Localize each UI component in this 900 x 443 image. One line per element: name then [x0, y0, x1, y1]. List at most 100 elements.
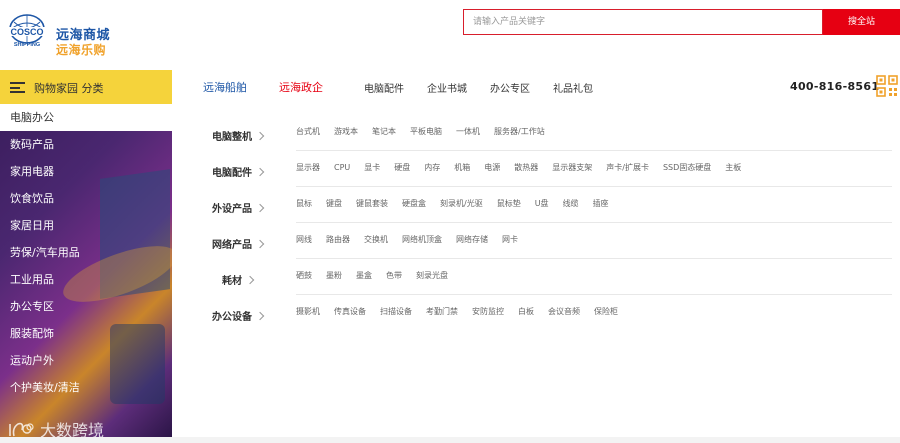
subcategory-link[interactable]: 声卡/扩展卡 [606, 163, 649, 186]
subcategory-link[interactable]: 键鼠套装 [356, 199, 388, 222]
subcategory-link[interactable]: 服务器/工作站 [494, 127, 545, 150]
subcategory-link[interactable]: 游戏本 [334, 127, 358, 150]
subcategory-link[interactable]: 显卡 [364, 163, 380, 186]
nav-link-enterprise-books[interactable]: 企业书城 [427, 80, 467, 95]
category-row: 电脑整机 台式机 游戏本 笔记本 平板电脑 一体机 服务器/工作站 [172, 116, 892, 152]
subcategory-link[interactable]: 鼠标垫 [497, 199, 521, 222]
category-title[interactable]: 外设产品 [212, 200, 265, 215]
subcategory-link[interactable]: 保险柜 [594, 307, 618, 331]
watermark: 大数跨境 [8, 417, 104, 437]
sidebar-item-industrial[interactable]: 工业用品 [0, 266, 172, 293]
subcategory-link[interactable]: 网线 [296, 235, 312, 258]
chevron-right-icon [255, 203, 265, 213]
subcategory-link[interactable]: 路由器 [326, 235, 350, 258]
subcategory-link[interactable]: SSD固态硬盘 [663, 163, 711, 186]
subcategory-link[interactable]: 色带 [386, 271, 402, 294]
category-title[interactable]: 网络产品 [212, 236, 265, 251]
subcategory-link[interactable]: 网卡 [502, 235, 518, 258]
svg-text:SHIPPING: SHIPPING [14, 42, 40, 48]
nav-link-gift-packs[interactable]: 礼品礼包 [553, 80, 593, 95]
menu-icon [10, 82, 25, 93]
sidebar-item-labor-auto[interactable]: 劳保/汽车用品 [0, 239, 172, 266]
subcategory-link[interactable]: 硬盘 [394, 163, 410, 186]
subcategory-link[interactable]: 刻录机/光驱 [440, 199, 483, 222]
chevron-right-icon [255, 239, 265, 249]
category-title[interactable]: 耗材 [222, 272, 255, 287]
nav-link-cosco-ships[interactable]: 远海船舶 [203, 79, 247, 95]
sidebar-item-office-zone[interactable]: 办公专区 [0, 293, 172, 320]
subcategory-links: 鼠标 键盘 键鼠套装 硬盘盒 刻录机/光驱 鼠标垫 U盘 线缆 插座 [296, 199, 892, 223]
search-input[interactable] [463, 9, 823, 35]
subcategory-link[interactable]: CPU [334, 163, 350, 186]
page-bottom-strip [0, 437, 900, 443]
subcategory-link[interactable]: 显示器支架 [552, 163, 592, 186]
subcategory-link[interactable]: 主板 [725, 163, 741, 186]
subcategory-link[interactable]: 会议音频 [548, 307, 580, 331]
subcategory-links: 摄影机 传真设备 扫描设备 考勤门禁 安防监控 白板 会议音频 保险柜 [296, 307, 892, 331]
subcategory-link[interactable]: 刻录光盘 [416, 271, 448, 294]
sidebar-item-appliances[interactable]: 家用电器 [0, 158, 172, 185]
category-row: 耗材 硒鼓 墨粉 墨盒 色带 刻录光盘 [172, 260, 892, 296]
category-toggle-label: 购物家园 分类 [34, 82, 104, 95]
site-header: COSCO SHIPPING 远海商城 远海乐购 搜全站 [0, 0, 900, 70]
subcategory-link[interactable]: 内存 [424, 163, 440, 186]
subcategory-link[interactable]: 考勤门禁 [426, 307, 458, 331]
subcategory-link[interactable]: 键盘 [326, 199, 342, 222]
subcategory-link[interactable]: 扫描设备 [380, 307, 412, 331]
sidebar-item-beauty-cleaning[interactable]: 个护美妆/清洁 [0, 374, 172, 401]
subcategory-link[interactable]: 网络机顶盒 [402, 235, 442, 258]
watermark-logo-icon [9, 422, 34, 437]
subcategory-link[interactable]: 白板 [518, 307, 534, 331]
subcategory-link[interactable]: 一体机 [456, 127, 480, 150]
brand-logo[interactable]: COSCO SHIPPING 远海商城 远海乐购 [2, 10, 122, 57]
sidebar-item-home-daily[interactable]: 家居日用 [0, 212, 172, 239]
subcategory-links: 硒鼓 墨粉 墨盒 色带 刻录光盘 [296, 271, 892, 295]
subcategory-link[interactable]: 墨粉 [326, 271, 342, 294]
subcategory-links: 台式机 游戏本 笔记本 平板电脑 一体机 服务器/工作站 [296, 127, 892, 151]
subcategory-link[interactable]: 墨盒 [356, 271, 372, 294]
category-toggle[interactable]: 购物家园 分类 [0, 70, 172, 104]
search-bar: 搜全站 [463, 9, 900, 35]
category-row: 电脑配件 显示器 CPU 显卡 硬盘 内存 机箱 电源 散热器 显示器支架 声卡… [172, 152, 892, 188]
main-nav: 购物家园 分类 远海船舶 远海政企 电脑配件 企业书城 办公专区 礼品礼包 40… [0, 70, 900, 104]
subcategory-link[interactable]: 机箱 [454, 163, 470, 186]
sidebar-item-food-drinks[interactable]: 饮食饮品 [0, 185, 172, 212]
subcategory-link[interactable]: 网络存储 [456, 235, 488, 258]
subcategory-link[interactable]: 传真设备 [334, 307, 366, 331]
chevron-right-icon [255, 311, 265, 321]
subcategory-link[interactable]: 笔记本 [372, 127, 396, 150]
subcategory-link[interactable]: 安防监控 [472, 307, 504, 331]
category-panel: 电脑整机 台式机 游戏本 笔记本 平板电脑 一体机 服务器/工作站 电脑配件 显… [172, 104, 900, 437]
nav-link-office-zone[interactable]: 办公专区 [490, 80, 530, 95]
watermark-text: 大数跨境 [40, 421, 105, 437]
sidebar-item-sports-outdoor[interactable]: 运动户外 [0, 347, 172, 374]
subcategory-links: 显示器 CPU 显卡 硬盘 内存 机箱 电源 散热器 显示器支架 声卡/扩展卡 … [296, 163, 892, 187]
subcategory-link[interactable]: 散热器 [514, 163, 538, 186]
category-title[interactable]: 电脑整机 [212, 128, 265, 143]
cosco-logo-icon: COSCO SHIPPING [3, 14, 51, 48]
sidebar-item-computer-office[interactable]: 电脑办公 [0, 104, 172, 131]
qr-code-icon[interactable] [876, 75, 898, 97]
nav-link-computer-parts[interactable]: 电脑配件 [364, 80, 404, 95]
category-title[interactable]: 电脑配件 [212, 164, 265, 179]
subcategory-link[interactable]: 硬盘盒 [402, 199, 426, 222]
search-all-button[interactable]: 搜全站 [823, 9, 900, 35]
subcategory-link[interactable]: 鼠标 [296, 199, 312, 222]
subcategory-link[interactable]: 台式机 [296, 127, 320, 150]
subcategory-link[interactable]: 插座 [593, 199, 609, 222]
subcategory-link[interactable]: 交换机 [364, 235, 388, 258]
subcategory-link[interactable]: 平板电脑 [410, 127, 442, 150]
category-row: 办公设备 摄影机 传真设备 扫描设备 考勤门禁 安防监控 白板 会议音频 保险柜 [172, 296, 892, 332]
subcategory-link[interactable]: 硒鼓 [296, 271, 312, 294]
nav-link-cosco-enterprise[interactable]: 远海政企 [279, 79, 323, 95]
sidebar-item-apparel[interactable]: 服装配饰 [0, 320, 172, 347]
subcategory-link[interactable]: 摄影机 [296, 307, 320, 331]
subcategory-link[interactable]: 线缆 [563, 199, 579, 222]
subcategory-links: 网线 路由器 交换机 网络机顶盒 网络存储 网卡 [296, 235, 892, 259]
subcategory-link[interactable]: 显示器 [296, 163, 320, 186]
category-title[interactable]: 办公设备 [212, 308, 265, 323]
subcategory-link[interactable]: U盘 [535, 199, 549, 222]
chevron-right-icon [255, 167, 265, 177]
sidebar-item-digital[interactable]: 数码产品 [0, 131, 172, 158]
subcategory-link[interactable]: 电源 [484, 163, 500, 186]
